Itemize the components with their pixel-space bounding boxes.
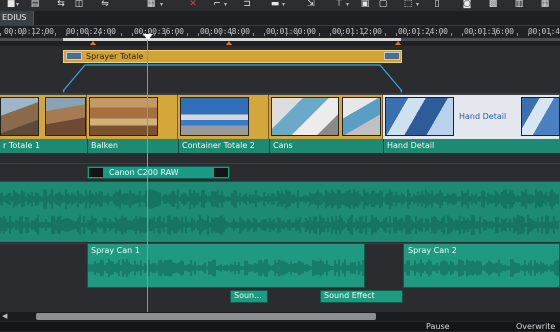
settings-icon[interactable]: ▢ [378,0,388,9]
scrollbar-thumb[interactable] [36,313,376,320]
marker-icon[interactable] [90,41,96,45]
audio-waveform [403,259,560,277]
audio-clip-label: Spray Can 2 [408,246,457,255]
chevron-down-icon[interactable]: ▾ [160,0,163,9]
audio-waveform [87,259,364,277]
chevron-down-icon[interactable]: ▾ [416,0,419,9]
chevron-down-icon[interactable]: ▾ [224,0,227,9]
transparency-keyframe-line[interactable] [63,63,402,93]
chevron-down-icon[interactable]: ▾ [16,0,19,9]
split-icon[interactable]: ⌐ [212,0,222,9]
insert-mode-icon[interactable]: ⊐ [242,0,252,9]
ripple-icon[interactable]: ⇆ [56,0,66,9]
clip-thumbnail [385,97,454,136]
scroll-left-icon[interactable]: ◀ [2,313,7,320]
clip-thumbnail [214,168,228,177]
marker-icon[interactable] [395,41,401,45]
clip-menu-icon[interactable]: ⊤ [334,0,344,9]
clip-name[interactable]: r Totale 1 [0,139,87,153]
audio-clip-label: Soun... [234,291,262,300]
status-bar [0,322,560,331]
audio-waveform [0,189,559,209]
select-icon[interactable]: ◫ [74,0,84,9]
audio-clip-label: Spray Can 1 [91,246,140,255]
clip-name[interactable]: Container Totale 2 [178,139,269,153]
marker-icon[interactable] [226,41,232,45]
clip-thumbnail [271,97,339,136]
clip-name[interactable]: Cans [269,139,383,153]
clip-thumbnail [521,97,560,136]
ruler-ticks [0,33,560,36]
toolbar: ■ ▾ ▤ ⇆ ◫ ⇋ ▦ ▾ ✕ ⌐ ▾ ⊐ ▬ ▾ ⇲ ⊤ ▾ ▣ ▢ ⬚ … [0,0,560,11]
timeline-ruler[interactable]: 00:00:12:00 00:00:24:00 00:00:36:00 00:0… [0,26,560,46]
chevron-down-icon[interactable]: ▾ [346,0,349,9]
fullscreen-icon[interactable]: ▩ [488,0,498,9]
track-divider [0,163,560,164]
playhead[interactable] [147,36,148,312]
in-out-range[interactable] [63,38,401,41]
clip-thumbnail [45,97,86,136]
trim-icon[interactable]: ▤ [30,0,40,9]
layout-icon[interactable]: ▥ [514,0,524,9]
title-clip-label: Sprayer Totale [86,52,144,61]
link-icon[interactable]: ⇋ [100,0,110,9]
clip-thumbnail [384,52,400,60]
tab-project[interactable]: EDIUS 9 [0,11,34,36]
clip-name[interactable]: Hand Detail [383,139,560,153]
playhead-handle[interactable] [143,34,153,40]
clip-thumbnail [180,97,249,136]
clip-thumbnail [0,97,39,136]
document-icon[interactable]: ▯ [432,0,442,9]
marker-icon[interactable]: ⇲ [306,0,316,9]
clip-name[interactable]: Balken [87,139,178,153]
clip-thumbnail [89,168,103,177]
clip-label: Canon C200 RAW [109,168,179,177]
clip-thumbnail [66,52,82,60]
save-icon[interactable]: ■ [6,0,16,9]
group-icon[interactable]: ▦ [146,0,156,9]
clip-overlay-label: Hand Detail [459,112,507,121]
audio-clip-label: Sound Effect [324,291,375,300]
export-icon[interactable]: ⬚ [403,0,413,9]
audio-waveform [0,215,559,235]
panel-icon[interactable]: ▦ [540,0,550,9]
delete-icon[interactable]: ✕ [188,0,198,9]
tab-bar [0,11,560,26]
chevron-down-icon[interactable]: ▾ [282,0,285,9]
overwrite-mode-icon[interactable]: ▬ [270,0,280,9]
view-icon[interactable]: ◙ [462,0,472,9]
clip-thumbnail [342,97,381,136]
render-icon[interactable]: ▣ [360,0,370,9]
